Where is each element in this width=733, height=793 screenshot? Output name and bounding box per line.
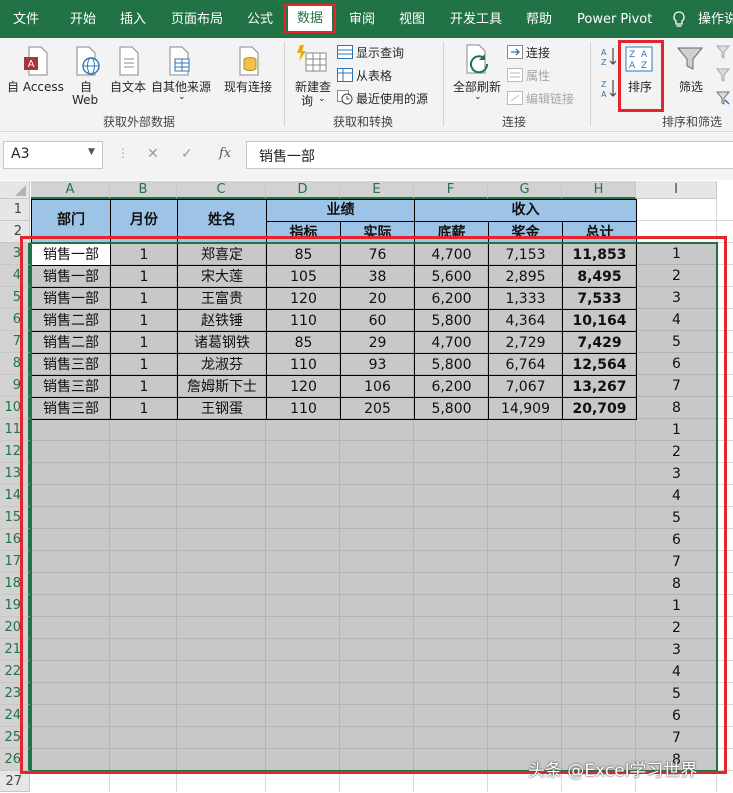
formula-content: 销售一部: [259, 149, 315, 165]
properties-label: 属性: [526, 69, 551, 83]
sort-ascending-icon[interactable]: AZ: [600, 46, 618, 72]
column-header-d[interactable]: D: [266, 181, 340, 199]
clear-filter-icon: [715, 44, 731, 63]
from-table-label[interactable]: 从表格: [356, 67, 392, 84]
column-header-h[interactable]: H: [562, 181, 636, 199]
chevron-down-icon[interactable]: ⌄: [178, 92, 186, 102]
tab-power-pivot[interactable]: Power Pivot: [577, 0, 652, 38]
name-box-value: A3: [11, 146, 30, 162]
advanced-filter-icon[interactable]: [715, 90, 731, 109]
select-all-corner[interactable]: [0, 181, 30, 199]
show-queries-icon[interactable]: [337, 44, 353, 63]
lightbulb-icon[interactable]: [672, 11, 686, 33]
from-web-label-2[interactable]: Web: [72, 93, 98, 107]
tab-page-layout[interactable]: 页面布局: [171, 0, 223, 38]
sort-descending-icon[interactable]: ZA: [600, 78, 618, 104]
edit-links-icon: [507, 90, 523, 109]
grip-icon: ⋮: [117, 146, 129, 160]
group-label-get-transform: 获取和转换: [333, 115, 394, 129]
group-divider: [443, 42, 444, 126]
header-income[interactable]: 收入: [414, 199, 637, 222]
column-header-i[interactable]: I: [636, 181, 717, 199]
tab-file[interactable]: 文件: [13, 0, 39, 38]
svg-text:Z: Z: [601, 80, 607, 89]
tab-view[interactable]: 视图: [399, 0, 425, 38]
recent-sources-icon[interactable]: [337, 90, 353, 109]
filter-icon[interactable]: [676, 46, 704, 76]
new-query-icon[interactable]: [296, 44, 330, 80]
new-query-label-2[interactable]: 询: [301, 92, 313, 109]
ribbon-tab-bar: 文件 开始 插入 页面布局 公式 数据 审阅 视图 开发工具 帮助 Power …: [0, 0, 733, 38]
tab-home[interactable]: 开始: [70, 0, 96, 38]
data-tab-highlight: [284, 4, 336, 33]
existing-connections-label[interactable]: 现有连接: [224, 78, 272, 95]
tab-insert[interactable]: 插入: [120, 0, 146, 38]
column-header-a[interactable]: A: [31, 181, 110, 199]
web-icon[interactable]: [74, 46, 102, 80]
selection-highlight-box: [20, 236, 727, 774]
column-header-f[interactable]: F: [414, 181, 488, 199]
formula-input[interactable]: 销售一部: [246, 141, 733, 169]
properties-icon: [507, 67, 523, 86]
watermark: 头条 @Excel学习世界: [528, 761, 698, 781]
sort-button-highlight: [618, 40, 664, 112]
tab-developer[interactable]: 开发工具: [450, 0, 502, 38]
access-icon[interactable]: A: [23, 46, 49, 80]
group-label-connections: 连接: [502, 115, 527, 129]
tab-review[interactable]: 审阅: [349, 0, 375, 38]
cancel-icon[interactable]: ✕: [147, 146, 159, 162]
svg-text:Z: Z: [601, 58, 607, 67]
group-divider: [284, 42, 285, 126]
header-performance[interactable]: 业绩: [266, 199, 415, 222]
dropdown-arrow-icon[interactable]: ▼: [88, 147, 95, 157]
connections-label[interactable]: 连接: [526, 44, 550, 61]
tab-tell-me[interactable]: 操作说: [698, 0, 733, 38]
svg-text:A: A: [601, 90, 607, 99]
column-header-e[interactable]: E: [340, 181, 414, 199]
chevron-down-icon[interactable]: ⌄: [318, 94, 326, 104]
tab-help[interactable]: 帮助: [526, 0, 552, 38]
text-file-icon[interactable]: [116, 46, 142, 80]
group-label-get-external-data: 获取外部数据: [103, 115, 176, 129]
enter-check-icon[interactable]: ✓: [181, 146, 193, 162]
show-queries-label[interactable]: 显示查询: [356, 44, 404, 61]
group-label-sort-filter: 排序和筛选: [662, 115, 723, 129]
column-header-g[interactable]: G: [488, 181, 562, 199]
recent-sources-label[interactable]: 最近使用的源: [356, 90, 428, 107]
from-table-icon[interactable]: [337, 67, 353, 86]
existing-connections-icon[interactable]: [236, 46, 264, 80]
insert-function-icon[interactable]: fx: [219, 146, 231, 161]
from-access-label[interactable]: 自 Access: [7, 78, 64, 95]
column-header-c[interactable]: C: [177, 181, 266, 199]
edit-links-label: 编辑链接: [526, 92, 575, 106]
refresh-all-icon[interactable]: [461, 44, 493, 80]
column-header-b[interactable]: B: [110, 181, 177, 199]
from-text-label[interactable]: 自文本: [110, 78, 146, 95]
other-sources-icon[interactable]: [166, 46, 194, 80]
chevron-down-icon[interactable]: ⌄: [474, 92, 482, 102]
group-divider: [590, 42, 591, 126]
svg-text:A: A: [601, 48, 607, 57]
row-header-27[interactable]: 27: [0, 771, 30, 792]
name-box[interactable]: A3 ▼: [3, 141, 103, 169]
row-header-1[interactable]: 1: [0, 199, 30, 221]
reapply-filter-icon: [715, 67, 731, 86]
connections-icon[interactable]: [507, 44, 523, 63]
svg-text:A: A: [28, 59, 35, 70]
tab-formulas[interactable]: 公式: [247, 0, 273, 38]
filter-button-label[interactable]: 筛选: [679, 78, 703, 95]
